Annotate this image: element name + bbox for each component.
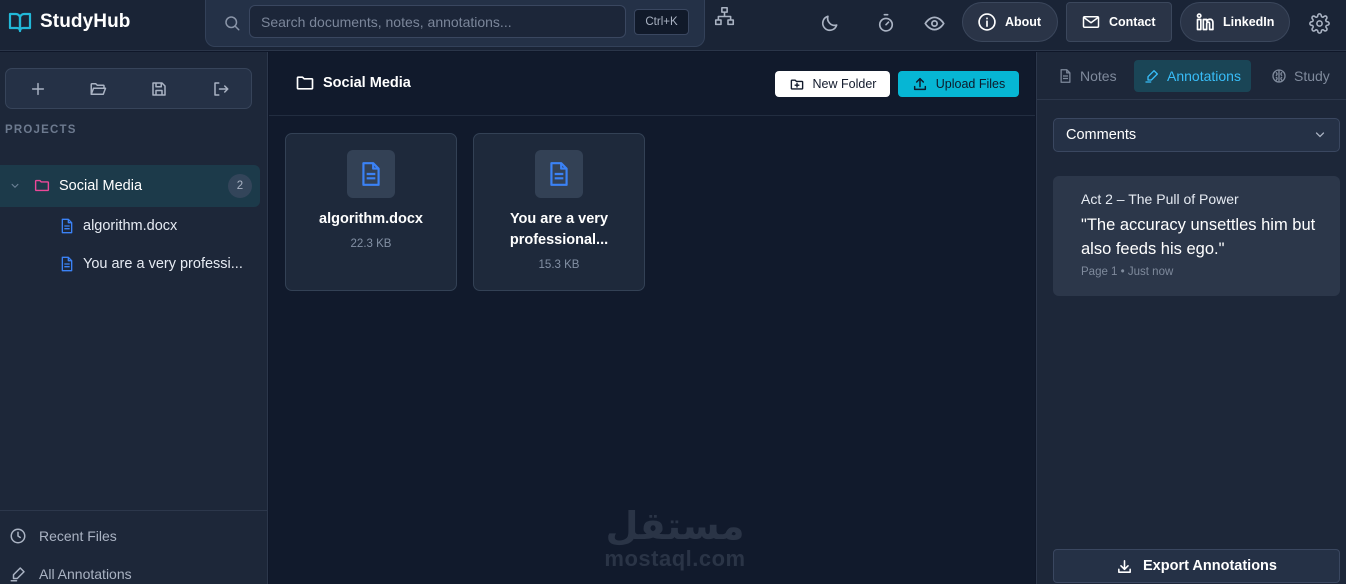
tab-study[interactable]: Study (1261, 60, 1340, 92)
linkedin-label: LinkedIn (1223, 15, 1275, 29)
folder-icon (294, 73, 316, 93)
about-button[interactable]: About (962, 2, 1058, 42)
annotations-panel: Notes Annotations Study Comments Act 2 –… (1036, 52, 1346, 584)
file-card-name: algorithm.docx (319, 211, 423, 227)
annotation-title: Act 2 – The Pull of Power (1081, 191, 1239, 207)
timer-icon[interactable] (875, 12, 897, 34)
eye-icon[interactable] (923, 12, 945, 34)
watermark-arabic: مستقل (605, 504, 745, 548)
search-input[interactable] (249, 5, 626, 38)
file-text-icon (1058, 68, 1073, 84)
linkedin-button[interactable]: LinkedIn (1180, 2, 1290, 42)
upload-files-button[interactable]: Upload Files (898, 71, 1019, 97)
download-icon (1116, 558, 1133, 575)
file-card[interactable]: You are a very professional... 15.3 KB (473, 133, 645, 291)
brand-name: StudyHub (40, 11, 131, 32)
tree-file-name: algorithm.docx (83, 218, 178, 234)
file-text-icon (347, 150, 395, 198)
settings-gear-icon[interactable] (1308, 12, 1330, 34)
file-card-name: You are a very professional... (509, 211, 609, 248)
search-bar: Ctrl+K (205, 0, 705, 47)
tab-annotations[interactable]: Annotations (1134, 60, 1251, 92)
linkedin-icon (1195, 12, 1215, 32)
project-name: Social Media (59, 178, 143, 194)
file-text-icon (59, 217, 75, 235)
folder-open-icon[interactable] (88, 79, 108, 99)
book-open-icon (7, 10, 33, 34)
search-icon (223, 14, 241, 32)
folder-plus-icon (789, 77, 805, 92)
project-item-social-media[interactable]: Social Media 2 (0, 165, 260, 207)
upload-files-label: Upload Files (935, 77, 1006, 91)
tree-file-item[interactable]: You are a very professi... (59, 254, 243, 274)
projects-heading: PROJECTS (5, 124, 77, 136)
panel-tabs: Notes Annotations Study (1037, 52, 1346, 100)
annotation-filter-select[interactable]: Comments (1053, 118, 1340, 152)
sitemap-icon[interactable] (714, 6, 736, 28)
tree-file-item[interactable]: algorithm.docx (59, 216, 177, 236)
folder-icon (33, 177, 51, 194)
highlighter-icon (9, 565, 27, 583)
brain-icon (1271, 68, 1287, 84)
tab-study-label: Study (1294, 68, 1330, 84)
annotation-card[interactable]: Act 2 – The Pull of Power "The accuracy … (1053, 176, 1340, 296)
project-file-count: 2 (228, 174, 252, 198)
chevron-down-icon[interactable] (9, 181, 21, 191)
tab-notes[interactable]: Notes (1048, 60, 1127, 92)
annotation-time: Just now (1127, 266, 1174, 278)
logout-icon[interactable] (211, 79, 231, 99)
all-annotations-link[interactable]: All Annotations (9, 565, 132, 583)
info-icon (977, 12, 997, 32)
sidebar: PROJECTS Social Media 2 algorithm.docx Y… (0, 52, 268, 584)
meta-separator: • (1120, 266, 1128, 278)
new-folder-button[interactable]: New Folder (775, 71, 890, 97)
mail-icon (1081, 13, 1101, 31)
chevron-down-icon (1313, 129, 1327, 141)
export-annotations-button[interactable]: Export Annotations (1053, 549, 1340, 583)
file-text-icon (59, 255, 75, 273)
tab-notes-label: Notes (1080, 68, 1117, 84)
annotation-page: Page 1 (1081, 266, 1118, 278)
file-card-size: 15.3 KB (538, 259, 580, 271)
sidebar-toolbar (5, 68, 252, 109)
new-folder-label: New Folder (812, 77, 877, 91)
sidebar-footer: Recent Files All Annotations (0, 510, 268, 584)
search-shortcut-badge: Ctrl+K (634, 9, 689, 35)
top-bar: StudyHub Ctrl+K About Contact LinkedIn (0, 0, 1346, 51)
plus-icon[interactable] (28, 79, 48, 99)
moon-icon[interactable] (819, 12, 841, 34)
file-card-size: 22.3 KB (350, 238, 392, 250)
recent-files-label: Recent Files (39, 528, 117, 544)
main-content: Social Media New Folder Upload Files alg… (269, 52, 1035, 584)
about-label: About (1005, 15, 1042, 29)
tab-annotations-label: Annotations (1167, 68, 1241, 84)
save-icon[interactable] (149, 79, 169, 99)
recent-files-link[interactable]: Recent Files (9, 527, 117, 545)
file-card[interactable]: algorithm.docx 22.3 KB (285, 133, 457, 291)
breadcrumb: Social Media (294, 73, 411, 93)
main-header: Social Media New Folder Upload Files (269, 52, 1035, 116)
brand[interactable]: StudyHub (7, 9, 131, 35)
annotation-quote: "The accuracy unsettles him but also fee… (1081, 216, 1316, 258)
all-annotations-label: All Annotations (39, 566, 132, 582)
highlighter-icon (1144, 68, 1160, 84)
page-title: Social Media (323, 75, 411, 91)
tree-file-name: You are a very professi... (83, 256, 243, 272)
contact-label: Contact (1109, 15, 1156, 29)
clock-icon (9, 527, 27, 545)
file-text-icon (535, 150, 583, 198)
watermark-latin: mostaql.com (604, 546, 746, 571)
export-annotations-label: Export Annotations (1143, 558, 1277, 574)
annotation-filter-value: Comments (1066, 127, 1137, 143)
upload-icon (912, 76, 928, 92)
contact-button[interactable]: Contact (1066, 2, 1172, 42)
annotation-meta: Page 1 • Just now (1081, 266, 1328, 278)
watermark: مستقل mostaql.com (595, 505, 755, 571)
